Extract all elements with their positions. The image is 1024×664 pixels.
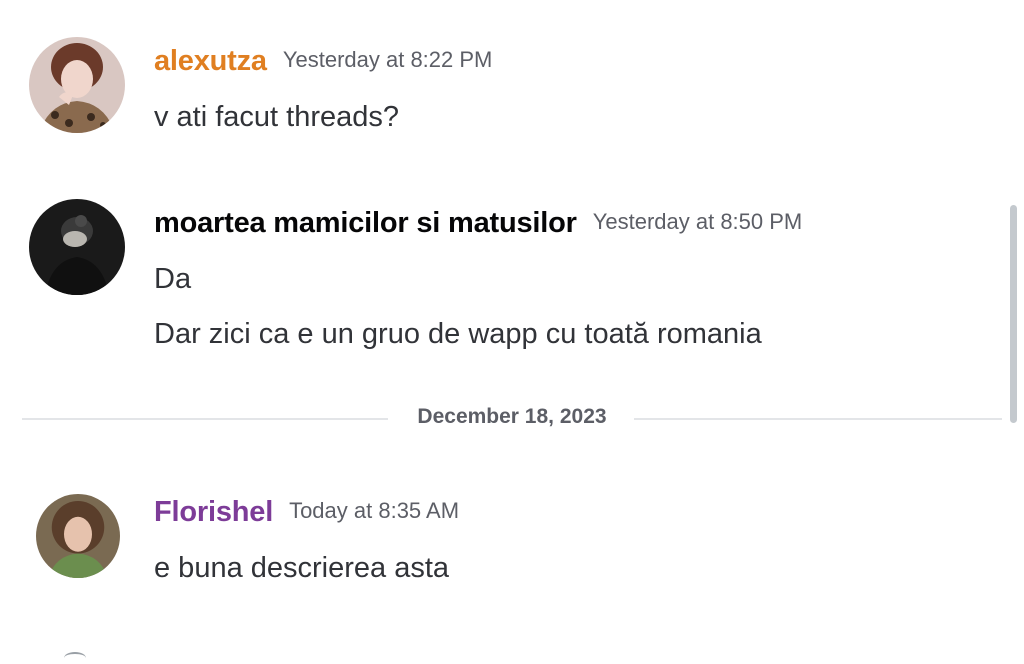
scrollbar-thumb[interactable] xyxy=(1010,205,1017,423)
message-text: Dar zici ca e un gruo de wapp cu toată r… xyxy=(154,318,762,350)
next-message-avatar-partial xyxy=(64,652,86,664)
author-name[interactable]: moartea mamicilor si matusilor xyxy=(154,207,577,239)
avatar[interactable] xyxy=(36,494,120,578)
timestamp: Yesterday at 8:50 PM xyxy=(592,209,803,234)
message-text: v ati facut threads? xyxy=(154,101,400,133)
date-divider-label: December 18, 2023 xyxy=(417,405,607,428)
divider-line-right xyxy=(634,418,1002,420)
message-text: e buna descrierea asta xyxy=(154,552,450,584)
avatar[interactable] xyxy=(29,37,125,133)
divider-line-left xyxy=(22,418,388,420)
message-text: Da xyxy=(154,263,192,295)
timestamp: Today at 8:35 AM xyxy=(289,498,460,523)
author-name[interactable]: Florishel xyxy=(154,496,273,528)
message-header: Florishel Today at 8:35 AM xyxy=(154,496,459,529)
message-header: moartea mamicilor si matusilor Yesterday … xyxy=(154,207,802,240)
avatar[interactable] xyxy=(29,199,125,295)
message-header: alexutza Yesterday at 8:22 PM xyxy=(154,45,492,78)
author-name[interactable]: alexutza xyxy=(154,45,267,77)
timestamp: Yesterday at 8:22 PM xyxy=(282,47,493,72)
